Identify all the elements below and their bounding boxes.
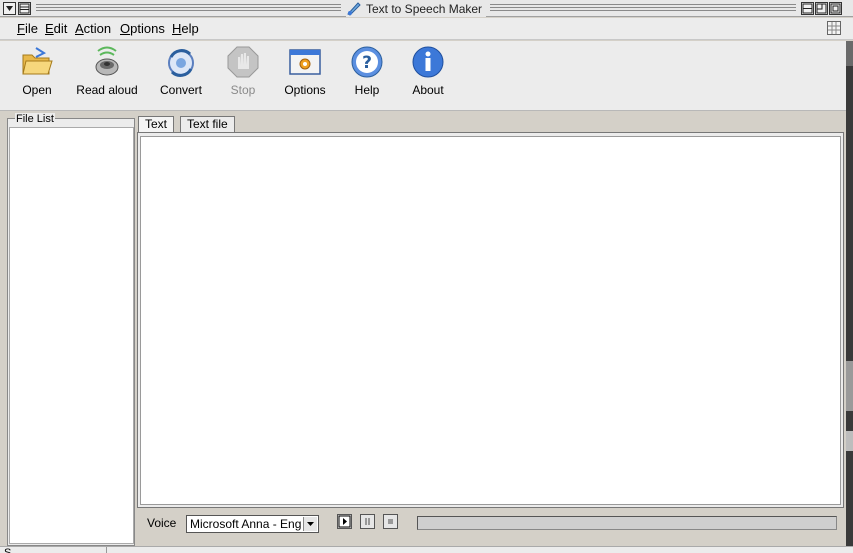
tool-label: About [412, 83, 444, 97]
read-aloud-button[interactable]: Read aloud [72, 45, 142, 97]
stop-hand-icon [227, 46, 259, 78]
play-button[interactable] [337, 514, 352, 529]
close-icon [830, 3, 841, 14]
menu-accel: F [17, 21, 25, 36]
stop-square-icon [388, 519, 393, 524]
tool-label: Convert [159, 83, 203, 97]
window-menu-button[interactable] [18, 2, 31, 15]
help-question-icon: ? [351, 46, 383, 78]
status-text: S [4, 547, 12, 553]
status-divider [106, 547, 107, 553]
menu-label: ptions [130, 21, 165, 36]
title-stripes-right [490, 4, 796, 13]
menu-accel: E [45, 21, 54, 36]
system-menu-button[interactable] [3, 2, 16, 15]
tool-label: Open [22, 83, 52, 97]
title-area: Text to Speech Maker [346, 0, 486, 17]
menu-edit[interactable]: Edit [45, 21, 67, 36]
info-icon [412, 46, 444, 78]
tool-label: Options [284, 83, 326, 97]
toolbar: Open Read aloud Convert Stop Options ? H… [0, 41, 853, 111]
options-window-icon [289, 49, 321, 75]
stop-playback-button[interactable] [383, 514, 398, 529]
pause-button[interactable] [360, 514, 375, 529]
title-stripes-left [36, 4, 341, 13]
help-button[interactable]: ? Help [332, 45, 402, 97]
playback-progress [417, 516, 837, 530]
minimize-icon [802, 3, 813, 14]
app-feather-icon [347, 2, 361, 16]
menu-label: dit [53, 21, 68, 36]
menu-accel: A [75, 21, 84, 36]
convert-icon [168, 49, 194, 77]
menu-accel: H [172, 21, 182, 36]
menu-bar: File Edit Action Options Help [0, 18, 853, 40]
open-button[interactable]: Open [2, 45, 72, 97]
tool-label: Read aloud [76, 83, 138, 97]
tab-label: Text [145, 117, 168, 131]
voice-selected-value: Microsoft Anna - English [190, 517, 302, 531]
maximize-icon [816, 3, 827, 14]
pause-icon [365, 518, 370, 525]
about-button[interactable]: About [393, 45, 463, 97]
tab-text-file[interactable]: Text file [180, 116, 235, 133]
convert-button[interactable]: Convert [146, 45, 216, 97]
minimize-button[interactable] [801, 2, 814, 15]
chevron-down-icon [6, 6, 13, 11]
window-title: Text to Speech Maker [366, 1, 483, 16]
folder-open-icon [22, 47, 53, 75]
close-button[interactable] [829, 2, 842, 15]
dropdown-arrow-icon[interactable] [303, 517, 317, 531]
text-editor[interactable] [140, 136, 841, 505]
menu-label: ile [24, 21, 38, 36]
menu-help[interactable]: Help [172, 21, 199, 36]
tab-label: Text file [187, 117, 228, 131]
voice-select[interactable]: Microsoft Anna - English [186, 515, 319, 533]
grid-icon[interactable] [827, 21, 841, 35]
tool-label: Stop [230, 83, 256, 97]
file-list[interactable] [9, 127, 134, 544]
menu-label: ction [83, 21, 112, 36]
stop-button[interactable]: Stop [208, 45, 278, 97]
status-bar: S [0, 546, 853, 553]
svg-text:?: ? [362, 53, 372, 73]
background-window-edge [846, 41, 853, 546]
file-list-legend: File List [15, 113, 55, 125]
options-button[interactable]: Options [270, 45, 340, 97]
menu-label: elp [181, 21, 199, 36]
maximize-button[interactable] [815, 2, 828, 15]
tab-text[interactable]: Text [138, 116, 175, 133]
tool-label: Help [354, 83, 380, 97]
voice-label: Voice [147, 516, 177, 530]
speaker-icon [95, 46, 119, 76]
play-icon [338, 515, 351, 528]
menu-lines-icon [19, 3, 30, 14]
menu-options[interactable]: Options [120, 21, 165, 36]
title-bar: Text to Speech Maker [0, 0, 853, 17]
menu-accel: O [120, 21, 131, 36]
menu-file[interactable]: File [17, 21, 38, 36]
menu-action[interactable]: Action [75, 21, 111, 36]
